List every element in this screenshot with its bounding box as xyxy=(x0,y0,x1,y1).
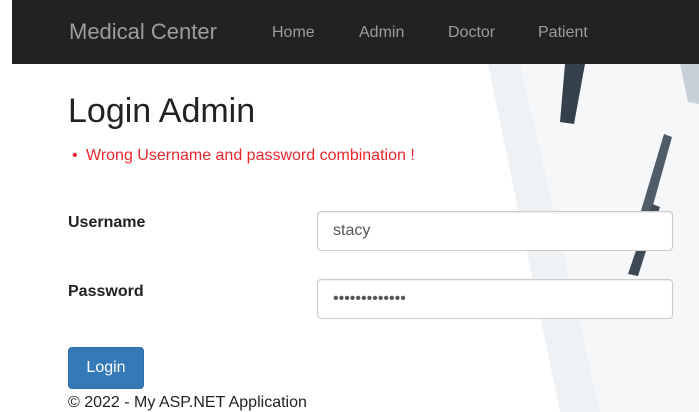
nav-doctor[interactable]: Doctor xyxy=(448,24,495,42)
nav-admin[interactable]: Admin xyxy=(359,24,404,42)
brand-link[interactable]: Medical Center xyxy=(69,19,217,45)
username-label: Username xyxy=(68,214,146,231)
password-input[interactable] xyxy=(317,279,673,319)
navbar: Medical Center Home Admin Doctor Patient xyxy=(12,0,699,64)
footer-text: © 2022 - My ASP.NET Application xyxy=(68,394,307,411)
nav-home[interactable]: Home xyxy=(272,24,315,42)
page-title: Login Admin xyxy=(68,92,256,130)
username-input[interactable] xyxy=(317,211,673,251)
nav-patient[interactable]: Patient xyxy=(538,24,588,42)
password-label: Password xyxy=(68,283,144,300)
validation-summary: Wrong Username and password combination … xyxy=(72,147,415,165)
error-message: Wrong Username and password combination … xyxy=(72,147,415,165)
login-button[interactable]: Login xyxy=(68,347,144,389)
